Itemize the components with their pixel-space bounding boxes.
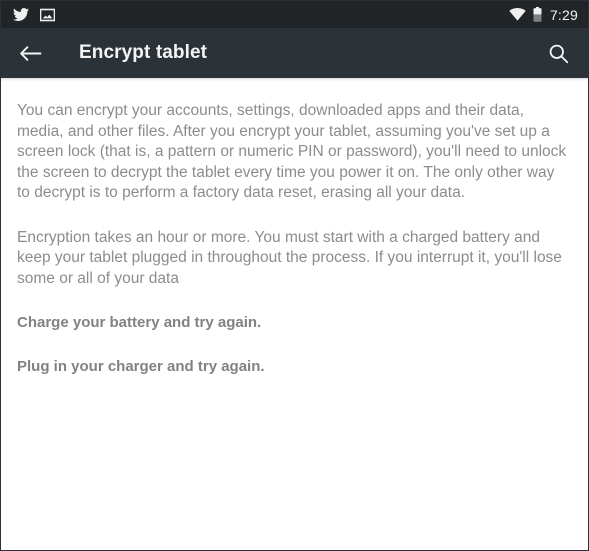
encryption-description-paragraph: You can encrypt your accounts, settings,… xyxy=(17,102,567,201)
status-bar-clock: 7:29 xyxy=(549,6,578,23)
charge-battery-warning: Charge your battery and try again. xyxy=(17,314,262,331)
screenshot-notification-icon xyxy=(40,8,55,22)
encrypt-tablet-body: You can encrypt your accounts, settings,… xyxy=(1,82,588,377)
status-bar-notification-icons xyxy=(13,7,55,22)
plug-in-charger-warning: Plug in your charger and try again. xyxy=(17,358,265,375)
encrypt-tablet-screen: 7:29 Encrypt tablet You can encrypt your… xyxy=(0,0,589,551)
status-bar: 7:29 xyxy=(1,1,588,28)
twitter-notification-icon xyxy=(13,7,29,22)
search-icon[interactable] xyxy=(542,37,574,69)
wifi-icon xyxy=(509,8,526,21)
app-bar: Encrypt tablet xyxy=(1,28,588,78)
battery-icon xyxy=(533,7,542,22)
back-arrow-icon[interactable] xyxy=(14,37,46,69)
page-title: Encrypt tablet xyxy=(79,42,208,63)
encryption-duration-paragraph: Encryption takes an hour or more. You mu… xyxy=(17,228,562,287)
status-bar-system-icons: 7:29 xyxy=(509,7,580,23)
